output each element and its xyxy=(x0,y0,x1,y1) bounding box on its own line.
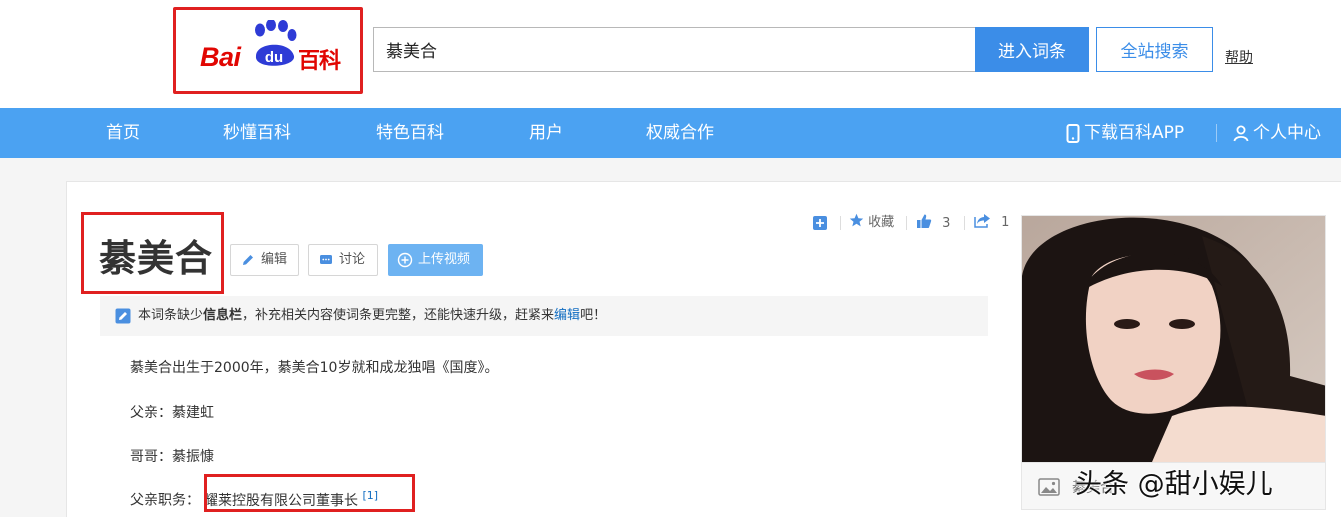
plus-square-icon xyxy=(813,216,827,230)
action-divider xyxy=(964,216,965,230)
watermark-text: 头条 @甜小娱儿 xyxy=(1075,469,1273,500)
action-divider xyxy=(906,216,907,230)
upload-video-label: 上传视频 xyxy=(418,252,471,267)
pencil-icon xyxy=(243,255,253,265)
thumbs-up-icon xyxy=(917,214,932,228)
chat-icon xyxy=(320,255,332,264)
logo-text-baike: 百科 xyxy=(298,49,341,74)
notice-prefix: 本词条缺少 xyxy=(138,308,204,323)
header: Bai du 百科 进入词条 全站搜索 帮助 xyxy=(0,0,1341,108)
download-app-label: 下载百科APP xyxy=(1084,123,1185,143)
phone-icon xyxy=(1066,123,1080,143)
paragraph-brother: 哥哥：綦振慷 xyxy=(130,449,214,465)
father-job-label: 父亲职务： xyxy=(130,492,200,509)
entry-title: 綦美合 xyxy=(99,237,213,280)
like-count: 3 xyxy=(942,216,951,231)
main-nav: 首页 秒懂百科 特色百科 用户 权威合作 下载百科APP 个人中心 xyxy=(0,108,1341,158)
user-icon xyxy=(1233,125,1249,141)
download-app-link[interactable]: 下载百科APP xyxy=(1066,108,1184,158)
notice-middle: ，补充相关内容使词条更完整，还能快速升级，赶紧来 xyxy=(242,308,555,323)
logo-highlight-box: Bai du 百科 xyxy=(173,7,363,94)
edit-note-icon xyxy=(115,308,131,324)
image-album-icon xyxy=(1038,478,1060,496)
edit-button[interactable]: 编辑 xyxy=(230,244,299,276)
logo-text-du: du xyxy=(265,49,283,66)
paragraph-father: 父亲：綦建虹 xyxy=(130,405,214,421)
baidu-baike-logo[interactable]: Bai du 百科 xyxy=(198,20,348,80)
notice-edit-link[interactable]: 编辑 xyxy=(554,308,580,323)
user-center-label: 个人中心 xyxy=(1253,123,1321,143)
discuss-button[interactable]: 讨论 xyxy=(308,244,378,276)
nav-item-miaodong[interactable]: 秒懂百科 xyxy=(223,108,291,158)
nav-divider xyxy=(1216,124,1217,142)
portrait-image xyxy=(1022,216,1325,462)
nav-item-partners[interactable]: 权威合作 xyxy=(646,108,714,158)
title-highlight-box: 綦美合 xyxy=(81,212,224,294)
nav-item-users[interactable]: 用户 xyxy=(529,108,563,158)
notice-bold: 信息栏 xyxy=(203,308,243,323)
plus-circle-icon xyxy=(397,252,413,268)
father-job-highlight-box xyxy=(204,474,415,512)
edit-button-label: 编辑 xyxy=(261,252,288,267)
favorite-label: 收藏 xyxy=(868,215,895,230)
upload-video-button[interactable]: 上传视频 xyxy=(388,244,483,276)
baidu-paw-icon: du xyxy=(255,20,297,66)
nav-item-special[interactable]: 特色百科 xyxy=(376,108,444,158)
like-button[interactable]: 3 xyxy=(916,213,950,233)
paragraph-intro: 綦美合出生于2000年，綦美合10岁就和成龙独唱《国度》。 xyxy=(130,360,499,376)
notice-suffix: 吧！ xyxy=(580,308,607,323)
discuss-button-label: 讨论 xyxy=(339,252,366,267)
nav-item-home[interactable]: 首页 xyxy=(106,108,140,158)
help-link[interactable]: 帮助 xyxy=(1225,47,1253,67)
site-search-button[interactable]: 全站搜索 xyxy=(1096,27,1213,72)
missing-infobox-notice: 本词条缺少信息栏，补充相关内容使词条更完整，还能快速升级，赶紧来编辑吧！ xyxy=(100,296,988,336)
entry-actions: 收藏 3 1 xyxy=(812,213,1012,233)
add-to-list-button[interactable] xyxy=(812,213,828,233)
action-divider xyxy=(840,216,841,230)
search-input[interactable] xyxy=(373,27,976,72)
share-icon xyxy=(974,214,990,228)
user-center-link[interactable]: 个人中心 xyxy=(1233,108,1321,158)
share-button[interactable]: 1 xyxy=(974,213,1009,233)
star-icon xyxy=(849,213,864,227)
favorite-button[interactable]: 收藏 xyxy=(849,213,894,233)
share-count: 1 xyxy=(1001,215,1010,230)
enter-entry-button[interactable]: 进入词条 xyxy=(975,27,1089,72)
logo-text-bai: Bai xyxy=(200,42,241,72)
